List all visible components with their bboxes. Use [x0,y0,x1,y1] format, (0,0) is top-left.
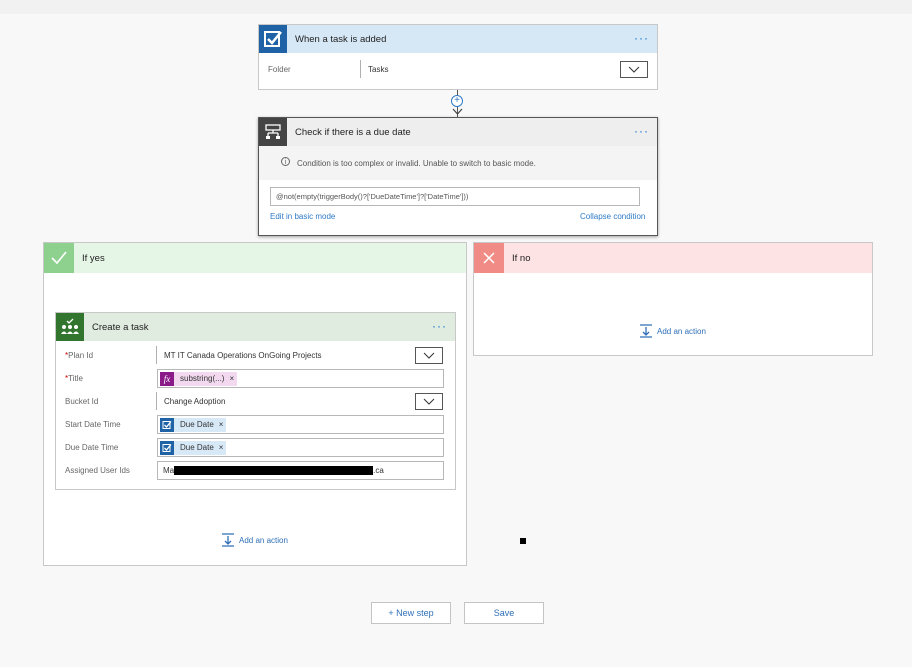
due-date-token[interactable]: Due Date × [160,440,227,455]
condition-icon [259,118,287,146]
bucket-id-label: Bucket Id [65,397,99,406]
condition-expression-input[interactable]: @not(empty(triggerBody()?['DueDateTime']… [270,187,640,206]
start-date-input[interactable]: Due Date × [157,415,444,434]
condition-card-header[interactable]: Check if there is a due date ··· [259,118,657,146]
assigned-user-ids-label: Assigned User Ids [65,466,130,475]
warning-bar: i Condition is too complex or invalid. U… [259,146,657,180]
trigger-card: When a task is added ··· Folder Tasks [258,24,658,90]
close-icon [474,243,504,273]
bucket-id-dropdown-button[interactable] [415,393,443,410]
assigned-user-ids-input[interactable]: Ma .ca [157,461,444,480]
create-task-card: Create a task ··· *Plan Id MT IT Canada … [55,312,456,490]
check-icon [44,243,74,273]
remove-token-icon[interactable]: × [219,420,224,429]
folder-value[interactable]: Tasks [368,65,388,74]
folder-label: Folder [268,65,291,74]
collapse-condition-link[interactable]: Collapse condition [580,212,645,221]
top-bar [0,0,912,14]
cursor-marker [520,538,526,544]
add-action-icon [640,324,652,338]
add-step-plus-icon[interactable]: + [451,95,463,107]
if-yes-title: If yes [82,252,105,264]
more-options-icon[interactable]: ··· [432,320,447,332]
title-label: *Title [65,374,83,383]
plan-id-value[interactable]: MT IT Canada Operations OnGoing Projects [164,351,322,360]
due-date-token-label: Due Date [180,420,214,429]
add-action-label: Add an action [239,535,288,545]
more-options-icon[interactable]: ··· [634,125,649,137]
more-options-icon[interactable]: ··· [634,32,649,44]
create-task-title: Create a task [92,321,149,333]
folder-dropdown-button[interactable] [620,61,648,78]
condition-card: Check if there is a due date ··· i Condi… [258,117,658,236]
plan-id-label: *Plan Id [65,351,94,360]
save-button[interactable]: Save [464,602,544,624]
assigned-user-prefix: Ma [163,466,175,475]
chevron-down-icon [423,352,435,359]
checkbox-icon [160,440,174,455]
if-yes-branch: If yes Create a task ··· *Plan Id MT IT … [43,242,467,566]
redacted-block [174,466,374,475]
edit-basic-mode-link[interactable]: Edit in basic mode [270,212,335,221]
due-date-input[interactable]: Due Date × [157,438,444,457]
if-no-header[interactable]: If no [474,243,872,273]
if-no-branch: If no Add an action [473,242,873,356]
due-date-token-label: Due Date [180,443,214,452]
if-yes-add-action[interactable]: Add an action [221,533,288,547]
chevron-down-icon [423,398,435,405]
info-icon: i [281,157,290,166]
if-no-title: If no [512,252,531,264]
trigger-card-header[interactable]: When a task is added ··· [259,25,657,53]
function-fx-icon: fx [160,371,174,386]
planner-icon [56,313,84,341]
expression-token-label: substring(...) [180,374,225,383]
if-no-add-action[interactable]: Add an action [639,324,706,338]
add-action-label: Add an action [657,326,706,336]
folder-divider [360,60,361,78]
due-date-label: Due Date Time [65,443,119,452]
trigger-title: When a task is added [295,33,387,45]
bucket-id-divider [156,392,157,410]
bucket-id-value[interactable]: Change Adoption [164,397,225,406]
plan-id-divider [156,346,157,364]
plan-id-dropdown-button[interactable] [415,347,443,364]
remove-token-icon[interactable]: × [219,443,224,452]
chevron-down-icon [628,66,640,73]
if-yes-header[interactable]: If yes [44,243,466,273]
assigned-user-suffix: .ca [373,466,384,475]
condition-title: Check if there is a due date [295,126,411,138]
expression-token[interactable]: fx substring(...) × [160,371,238,386]
arrow-down-icon [452,108,463,115]
condition-expression-text: @not(empty(triggerBody()?['DueDateTime']… [276,192,469,201]
remove-token-icon[interactable]: × [229,374,234,383]
due-date-token[interactable]: Due Date × [160,417,227,432]
new-step-button[interactable]: + New step [371,602,451,624]
create-task-header[interactable]: Create a task ··· [56,313,455,341]
checkbox-icon [259,25,287,53]
start-date-label: Start Date Time [65,420,121,429]
warning-text: Condition is too complex or invalid. Una… [297,159,536,168]
title-input[interactable]: fx substring(...) × [157,369,444,388]
checkbox-icon [160,417,174,432]
add-action-icon [222,533,234,547]
